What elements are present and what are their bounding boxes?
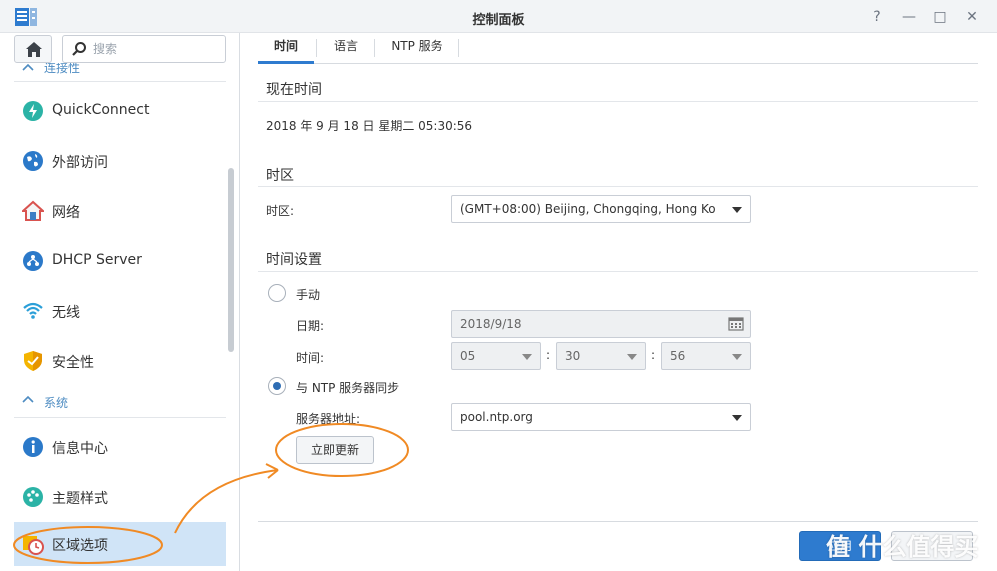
second-select[interactable]: 56	[661, 342, 751, 370]
chevron-up-icon	[22, 395, 34, 403]
sidebar-item-theme[interactable]: 主题样式	[14, 475, 226, 519]
update-now-button[interactable]: 立即更新	[296, 436, 374, 464]
divider	[258, 101, 978, 102]
time-separator: :	[651, 348, 656, 362]
divider	[316, 39, 317, 57]
wifi-icon	[23, 302, 43, 319]
minute-select[interactable]: 30	[556, 342, 646, 370]
divider	[458, 39, 459, 57]
sidebar-item-dhcp-server[interactable]: DHCP Server	[14, 239, 226, 283]
section-connectivity[interactable]: 连接性	[14, 63, 226, 79]
sidebar-item-wireless[interactable]: 无线	[14, 289, 226, 333]
hour-select[interactable]: 05	[451, 342, 541, 370]
timezone-select[interactable]: (GMT+08:00) Beijing, Chongqing, Hong Ko	[451, 195, 751, 223]
watermark: 值 什么值得买	[826, 533, 979, 561]
divider	[258, 186, 978, 187]
sidebar-item-network[interactable]: 网络	[14, 189, 226, 233]
tab-time[interactable]: 时间	[258, 33, 314, 64]
sidebar-item-quickconnect[interactable]: QuickConnect	[14, 89, 226, 133]
tab-bar: 时间 语言 NTP 服务	[258, 33, 978, 64]
section-title-time-settings: 时间设置	[266, 252, 322, 268]
time-label: 时间:	[296, 351, 325, 365]
section-system[interactable]: 系统	[14, 391, 226, 417]
divider	[258, 271, 978, 272]
sidebar-item-info-center[interactable]: 信息中心	[14, 425, 226, 469]
date-label: 日期:	[296, 319, 325, 333]
divider	[374, 39, 375, 57]
home-button[interactable]	[14, 35, 52, 63]
globe-icon	[23, 151, 43, 171]
tab-ntp-service[interactable]: NTP 服务	[376, 33, 458, 64]
close-button[interactable]: ✕	[963, 8, 981, 26]
chevron-down-icon	[732, 207, 742, 213]
calendar-icon	[728, 317, 744, 331]
ntp-sync-radio[interactable]	[268, 377, 286, 395]
maximize-button[interactable]: □	[931, 8, 949, 26]
chevron-down-icon	[522, 354, 532, 360]
manual-label: 手动	[296, 288, 321, 302]
regional-clock-icon	[23, 536, 44, 555]
quickconnect-icon	[23, 101, 43, 121]
divider	[258, 521, 978, 522]
timezone-label: 时区:	[266, 204, 295, 218]
palette-icon	[23, 487, 43, 507]
house-network-icon	[22, 200, 44, 221]
shield-icon	[24, 351, 42, 371]
tab-language[interactable]: 语言	[318, 33, 374, 64]
help-button[interactable]: ?	[868, 8, 886, 26]
chevron-down-icon	[732, 415, 742, 421]
date-field[interactable]: 2018/9/18	[451, 310, 751, 338]
main-panel: 时间 语言 NTP 服务 现在时间 2018 年 9 月 18 日 星期二 05…	[241, 33, 997, 571]
server-address-label: 服务器地址:	[296, 412, 361, 426]
search-icon	[72, 42, 86, 56]
title-bar: 控制面板 ? — □ ✕	[0, 0, 997, 33]
ntp-sync-label: 与 NTP 服务器同步	[296, 381, 400, 395]
chevron-down-icon	[732, 354, 742, 360]
search-box[interactable]	[62, 35, 226, 63]
search-input[interactable]	[93, 40, 218, 58]
sidebar-item-external-access[interactable]: 外部访问	[14, 139, 226, 183]
time-separator: :	[546, 348, 551, 362]
sidebar-item-regional-options[interactable]: 区域选项	[14, 522, 226, 566]
divider	[14, 417, 226, 418]
chevron-up-icon	[22, 63, 34, 71]
ntp-server-select[interactable]: pool.ntp.org	[451, 403, 751, 431]
sidebar: 连接性 QuickConnect 外部访问 网络 DHCP Server	[0, 33, 240, 571]
window-title: 控制面板	[472, 13, 525, 28]
dhcp-icon	[23, 251, 43, 271]
section-title-current-time: 现在时间	[266, 82, 322, 98]
info-icon	[23, 437, 43, 457]
section-title-timezone: 时区	[266, 168, 294, 184]
manual-radio[interactable]	[268, 284, 286, 302]
minimize-button[interactable]: —	[900, 8, 918, 26]
home-icon	[26, 42, 42, 57]
chevron-down-icon	[627, 354, 637, 360]
sidebar-scrollbar[interactable]	[228, 168, 234, 352]
divider	[14, 81, 226, 82]
sidebar-item-security[interactable]: 安全性	[14, 339, 226, 383]
current-time-value: 2018 年 9 月 18 日 星期二 05:30:56	[266, 119, 473, 133]
